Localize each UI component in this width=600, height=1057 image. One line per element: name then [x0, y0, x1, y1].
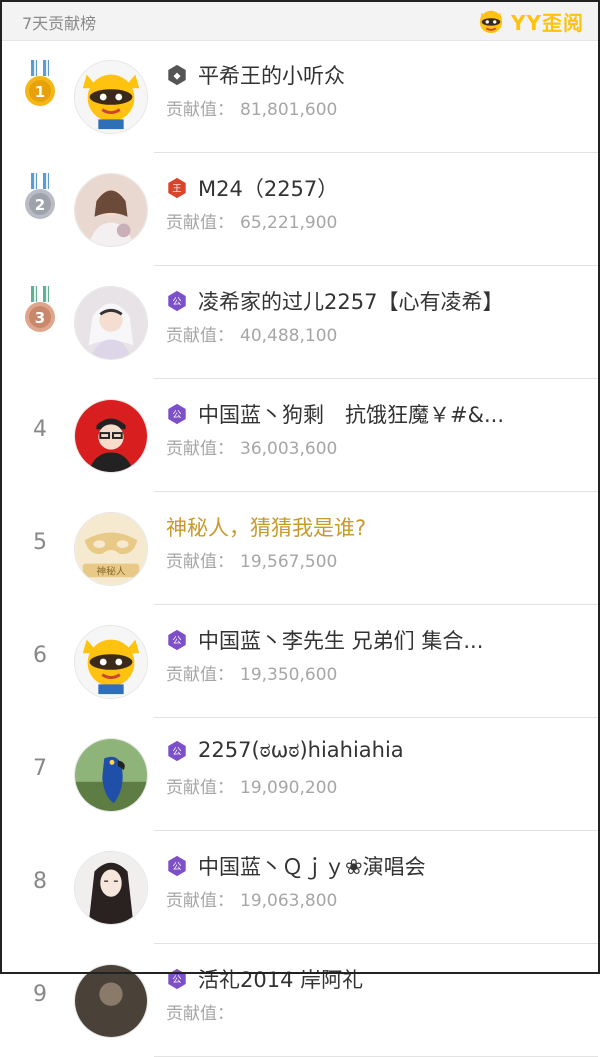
user-name[interactable]: 2257(ಠωಠ)hiahiahia [198, 738, 404, 763]
contribution-value: 贡献值： 36,003,600 [166, 434, 337, 459]
name-line: 王 M24（2257） [166, 173, 338, 203]
svg-text:公: 公 [172, 746, 181, 757]
rank-number: 7 [33, 756, 47, 781]
list-item[interactable]: 9 公 活礼2014 岸阿礼 贡献值： [2, 944, 598, 1057]
user-name[interactable]: 凌希家的过儿2257【心有凌希】 [198, 286, 503, 316]
name-line: ◆ 平希王的小听众 [166, 60, 345, 90]
user-name[interactable]: 平希王的小听众 [198, 60, 345, 90]
svg-text:公: 公 [172, 975, 181, 986]
user-avatar[interactable] [74, 399, 148, 473]
contribution-value: 贡献值： 19,350,600 [166, 660, 337, 685]
purple-hex-icon: 公 [166, 290, 188, 312]
user-avatar[interactable]: 神秘人 [74, 512, 148, 586]
list-item[interactable]: 2 王 M24（2257） 贡献值： 65,221,900 [2, 153, 598, 266]
gray-hex-icon: ◆ [166, 64, 188, 86]
svg-text:神秘人: 神秘人 [96, 564, 125, 577]
user-avatar[interactable] [74, 173, 148, 247]
user-avatar[interactable] [74, 60, 148, 134]
contribution-label: 贡献值： [166, 326, 234, 346]
contribution-number: 40,488,100 [240, 326, 338, 346]
user-name[interactable]: 中国蓝丶Ｑｊｙ❀演唱会 [198, 851, 426, 881]
contribution-label: 贡献值： [166, 665, 234, 685]
user-name[interactable]: 中国蓝丶李先生 兄弟们 集合... [198, 625, 483, 655]
contribution-label: 贡献值： [166, 891, 234, 911]
contribution-number: 19,063,800 [240, 891, 338, 911]
svg-text:1: 1 [35, 83, 45, 101]
page-title: 7天贡献榜 [22, 14, 97, 33]
name-line: 公 活礼2014 岸阿礼 [166, 964, 363, 994]
list-item[interactable]: 5 神秘人 神秘人，猜猜我是谁? 贡献值： 19,567,500 [2, 492, 598, 605]
bronze-medal-icon: 3 [22, 286, 58, 336]
contribution-value: 贡献值： [166, 999, 240, 1024]
svg-text:王: 王 [172, 184, 181, 195]
name-line: 公 凌希家的过儿2257【心有凌希】 [166, 286, 503, 316]
contribution-value: 贡献值： 81,801,600 [166, 95, 337, 120]
contribution-label: 贡献值： [166, 100, 234, 120]
contribution-number: 19,350,600 [240, 665, 338, 685]
purple-hex-icon: 公 [166, 740, 188, 762]
silver-medal-icon: 2 [22, 173, 58, 223]
name-line: 公 2257(ಠωಠ)hiahiahia [166, 738, 404, 763]
list-item[interactable]: 6 公 中国蓝丶李先生 兄弟们 集合... 贡献值： 19,350,600 [2, 605, 598, 718]
contribution-number: 36,003,600 [240, 439, 338, 459]
rank-number: 8 [33, 869, 47, 894]
rank-number: 4 [33, 417, 47, 442]
contribution-label: 贡献值： [166, 1004, 234, 1024]
svg-text:公: 公 [172, 297, 181, 308]
contribution-value: 贡献值： 40,488,100 [166, 321, 337, 346]
contribution-label: 贡献值： [166, 552, 234, 572]
rank-number: 6 [33, 643, 47, 668]
contribution-value: 贡献值： 65,221,900 [166, 208, 337, 233]
list-item[interactable]: 7 公 2257(ಠωಠ)hiahiahia 贡献值： 19,090,200 [2, 718, 598, 831]
rank-number: 9 [33, 982, 47, 1007]
name-line: 神秘人，猜猜我是谁? [166, 512, 366, 542]
list-item[interactable]: 8 公 中国蓝丶Ｑｊｙ❀演唱会 贡献值： 19,063,800 [2, 831, 598, 944]
contribution-value: 贡献值： 19,567,500 [166, 547, 337, 572]
contribution-value: 贡献值： 19,063,800 [166, 886, 337, 911]
svg-text:公: 公 [172, 862, 181, 873]
svg-text:2: 2 [35, 196, 45, 214]
purple-hex-icon: 公 [166, 855, 188, 877]
contribution-number: 19,567,500 [240, 552, 338, 572]
user-name[interactable]: M24（2257） [198, 173, 338, 203]
svg-text:◆: ◆ [173, 71, 181, 82]
list-item[interactable]: 3 公 凌希家的过儿2257【心有凌希】 贡献值： 40,488,100 [2, 266, 598, 379]
contribution-number: 65,221,900 [240, 213, 338, 233]
contribution-number: 19,090,200 [240, 778, 338, 798]
purple-hex-icon: 公 [166, 629, 188, 651]
name-line: 公 中国蓝丶狗剩 抗饿狂魔￥#&... [166, 399, 504, 429]
page-header: 7天贡献榜 YY歪阅 [2, 2, 598, 41]
user-avatar[interactable] [74, 738, 148, 812]
yy-mascot-logo-icon [479, 10, 503, 34]
yy-logo: YY歪阅 [477, 6, 584, 36]
name-line: 公 中国蓝丶Ｑｊｙ❀演唱会 [166, 851, 426, 881]
logo-text: YY歪阅 [511, 10, 584, 35]
list-item[interactable]: 4 公 中国蓝丶狗剩 抗饿狂魔￥#&... 贡献值： 36,003,600 [2, 379, 598, 492]
user-name[interactable]: 中国蓝丶狗剩 抗饿狂魔￥#&... [198, 399, 504, 429]
svg-text:3: 3 [35, 309, 45, 327]
purple-hex-icon: 公 [166, 968, 188, 990]
user-avatar[interactable] [74, 286, 148, 360]
gold-medal-icon: 1 [22, 60, 58, 110]
rank-number: 5 [33, 530, 47, 555]
user-name[interactable]: 神秘人，猜猜我是谁? [166, 512, 366, 542]
purple-hex-icon: 公 [166, 403, 188, 425]
user-avatar[interactable] [74, 964, 148, 1038]
red-hex-icon: 王 [166, 177, 188, 199]
list-item[interactable]: 1 ◆ 平希王的小听众 贡献值： 81,801,600 [2, 40, 598, 153]
svg-text:公: 公 [172, 636, 181, 647]
user-name[interactable]: 活礼2014 岸阿礼 [198, 964, 363, 994]
contribution-label: 贡献值： [166, 213, 234, 233]
contribution-label: 贡献值： [166, 778, 234, 798]
contribution-label: 贡献值： [166, 439, 234, 459]
name-line: 公 中国蓝丶李先生 兄弟们 集合... [166, 625, 483, 655]
contribution-number: 81,801,600 [240, 100, 338, 120]
contribution-value: 贡献值： 19,090,200 [166, 773, 337, 798]
svg-text:公: 公 [172, 410, 181, 421]
user-avatar[interactable] [74, 851, 148, 925]
user-avatar[interactable] [74, 625, 148, 699]
